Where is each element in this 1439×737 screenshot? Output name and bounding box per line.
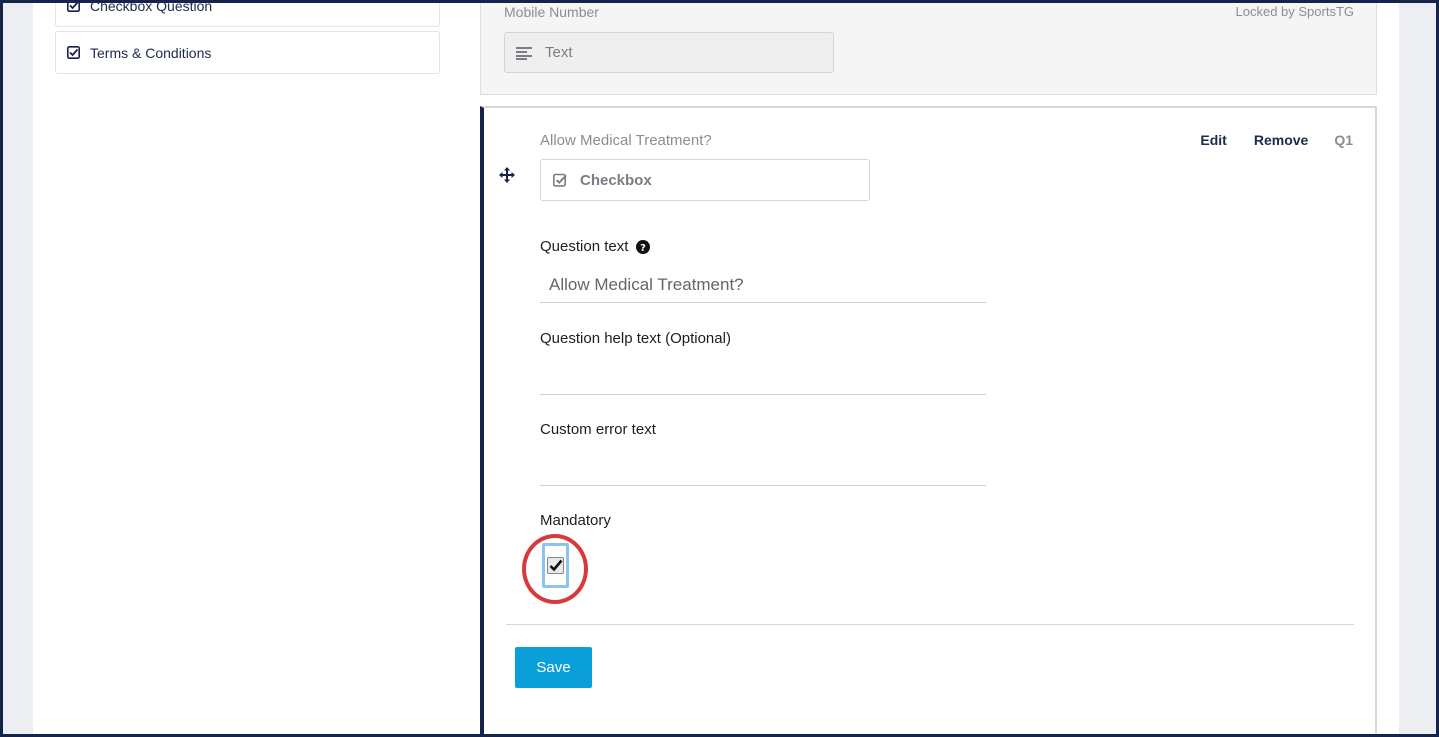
text-lines-icon xyxy=(516,46,533,60)
question-type-box: Text xyxy=(504,32,834,73)
error-text-label: Custom error text xyxy=(540,421,656,438)
question-text-label: Question text xyxy=(540,238,629,255)
question-title: Allow Medical Treatment? xyxy=(540,132,712,149)
sidebar-item-checkbox-question[interactable]: Checkbox Question xyxy=(55,0,440,27)
question-type-box: Checkbox xyxy=(540,159,870,201)
question-actions: Edit Remove Q1 xyxy=(1200,132,1353,148)
checkbox-box xyxy=(547,557,564,574)
save-button[interactable]: Save xyxy=(515,647,592,688)
question-label: Mobile Number xyxy=(504,4,599,20)
checkbox-icon xyxy=(67,46,80,59)
question-number: Q1 xyxy=(1334,132,1353,148)
check-mark-icon xyxy=(549,559,562,572)
edit-link[interactable]: Edit xyxy=(1200,132,1226,148)
form-builder-page: Checkbox Question Terms & Conditions Mob… xyxy=(33,0,1399,737)
question-card-mobile-number: Mobile Number Locked by SportsTG Text xyxy=(480,0,1377,95)
mandatory-label-row: Mandatory xyxy=(540,512,611,529)
help-text-label-row: Question help text (Optional) xyxy=(540,330,731,347)
error-text-label-row: Custom error text xyxy=(540,421,656,438)
question-text-input[interactable] xyxy=(540,267,986,303)
help-text-input[interactable] xyxy=(540,359,986,395)
mandatory-label: Mandatory xyxy=(540,512,611,529)
question-text-label-row: Question text ? xyxy=(540,238,651,255)
locked-label: Locked by SportsTG xyxy=(1235,4,1355,19)
move-icon[interactable] xyxy=(498,166,516,184)
question-card-active: Allow Medical Treatment? Edit Remove Q1 … xyxy=(480,106,1377,737)
sidebar-item-label: Terms & Conditions xyxy=(90,44,212,61)
svg-text:?: ? xyxy=(640,243,646,254)
error-text-input[interactable] xyxy=(540,450,986,486)
divider xyxy=(506,624,1354,625)
checkbox-icon xyxy=(67,0,80,12)
remove-link[interactable]: Remove xyxy=(1254,132,1308,148)
help-text-label: Question help text (Optional) xyxy=(540,330,731,347)
checkbox-icon xyxy=(553,173,568,187)
question-type-label: Checkbox xyxy=(580,171,652,189)
mandatory-checkbox[interactable] xyxy=(542,543,569,588)
sidebar-item-terms-conditions[interactable]: Terms & Conditions xyxy=(55,31,440,74)
sidebar-item-label: Checkbox Question xyxy=(90,0,213,14)
help-icon[interactable]: ? xyxy=(636,239,651,254)
question-type-label: Text xyxy=(545,44,573,61)
